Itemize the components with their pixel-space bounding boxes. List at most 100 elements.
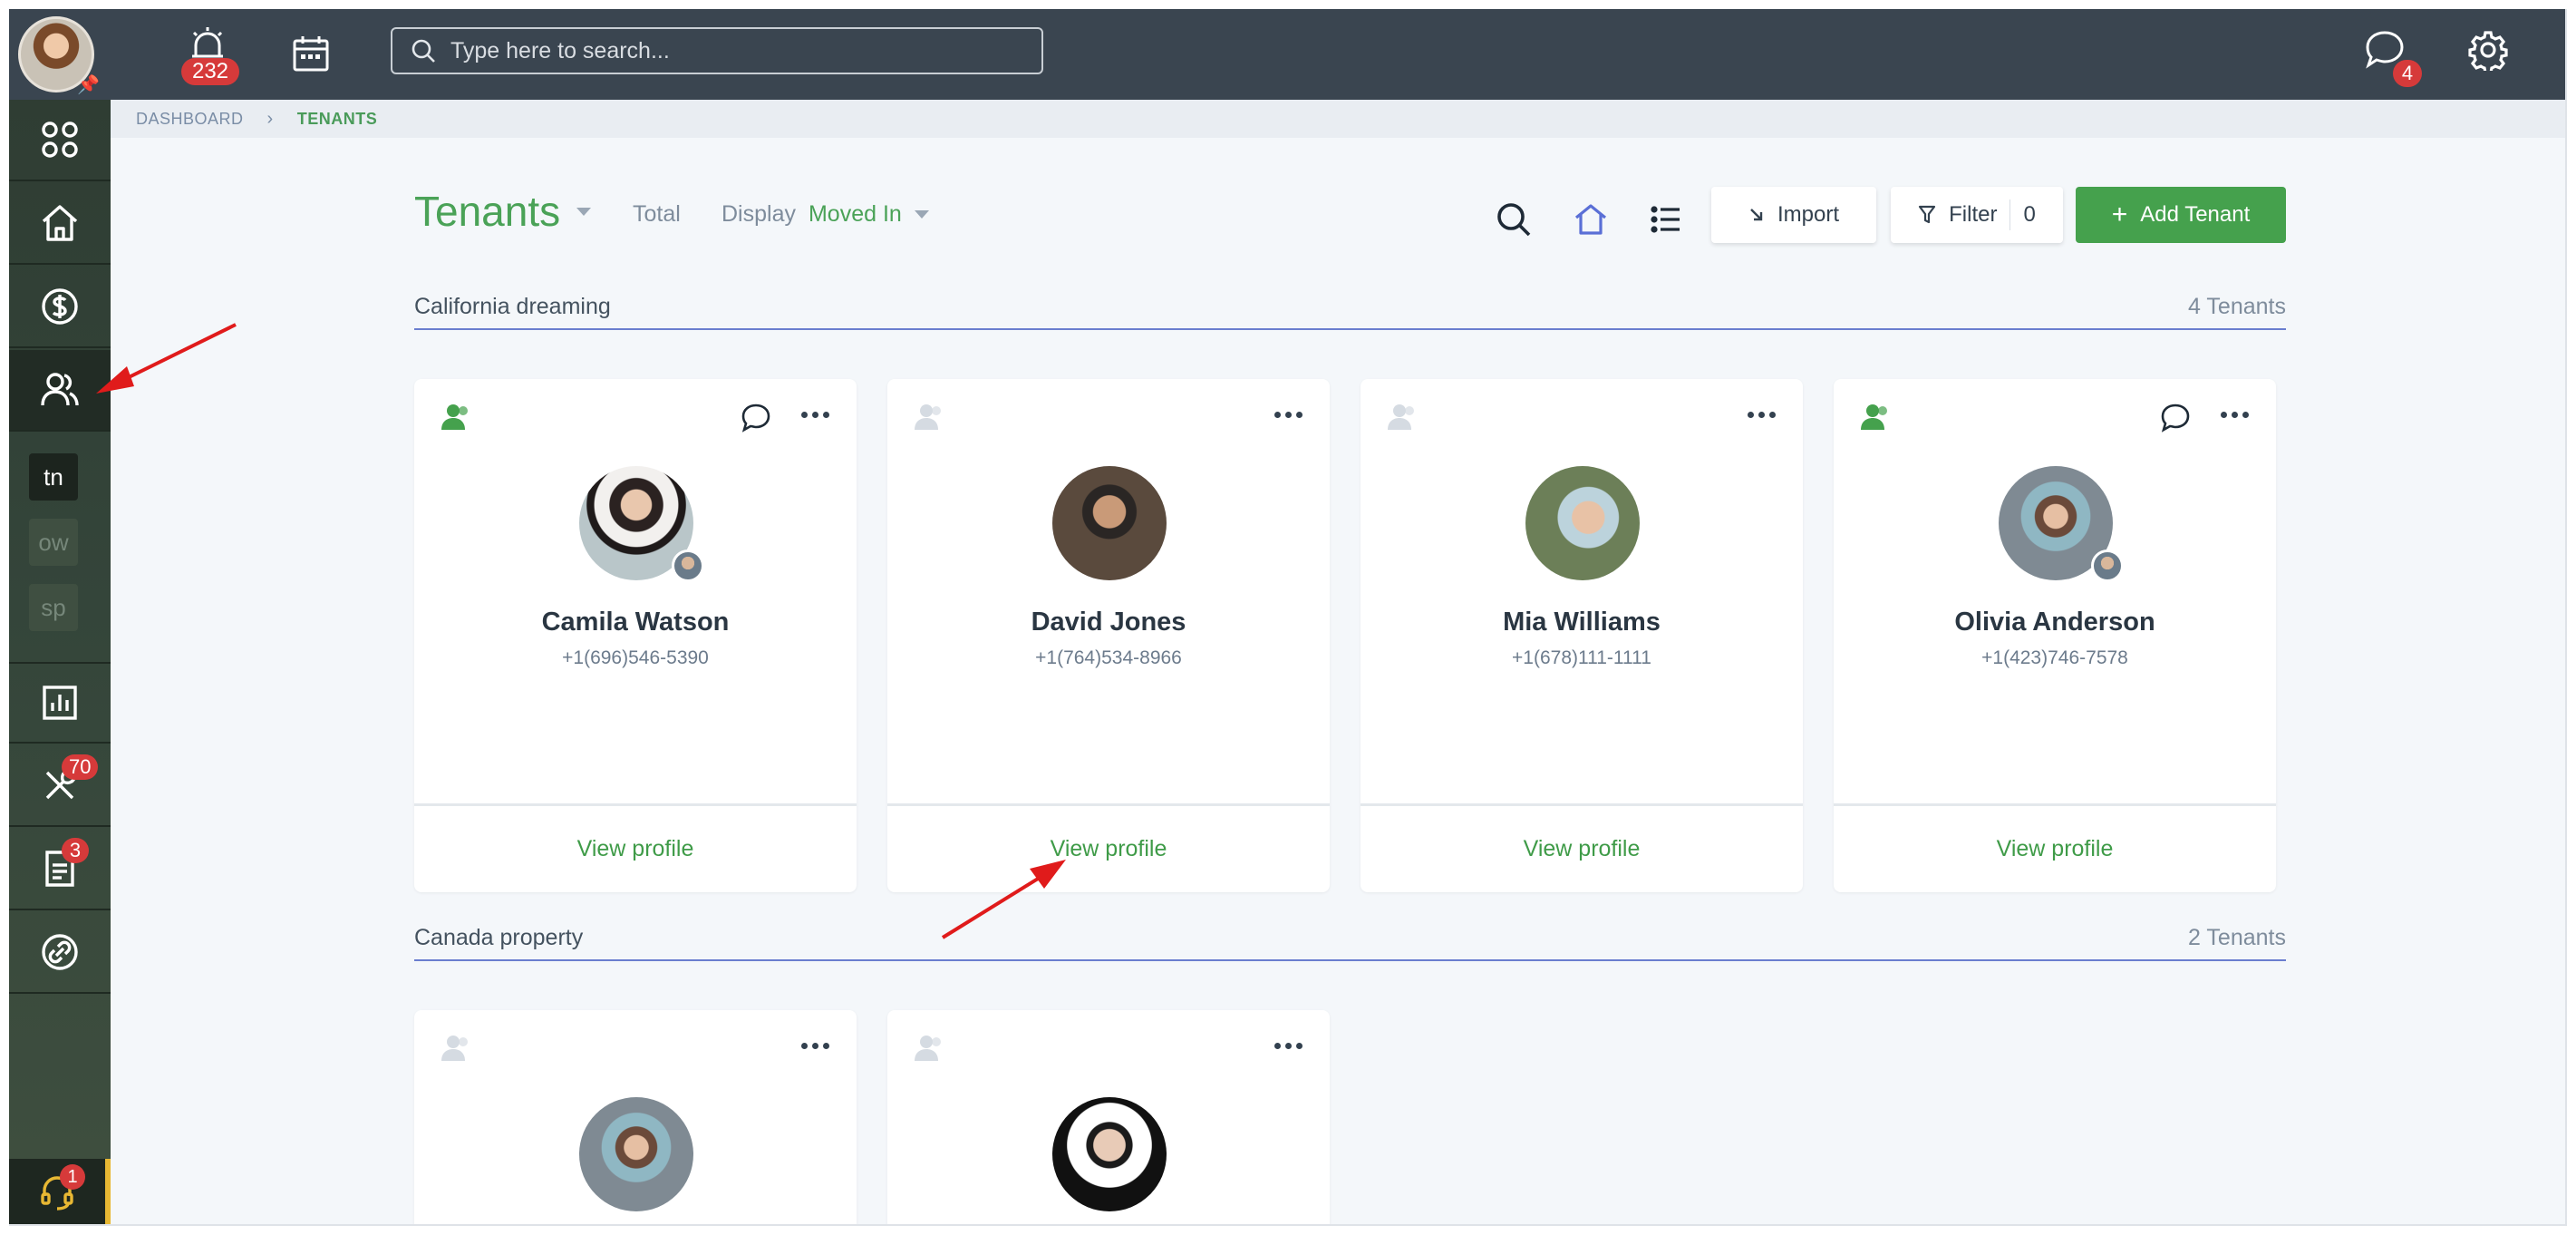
sidebar-item-documents[interactable]: 3 [9,829,111,910]
breadcrumb-current: TENANTS [296,109,378,128]
group-name: Canada property [414,925,584,950]
tenant-phone: +1(696)546-5390 [562,647,709,668]
funnel-icon [1919,205,1936,224]
search-box[interactable] [391,27,1043,74]
chat-icon[interactable] [741,403,771,433]
property-thumbnail [672,549,704,582]
calendar-icon [293,36,329,72]
more-options-icon[interactable] [1748,412,1776,418]
link-icon [42,934,78,970]
filter-label: Filter [1949,202,1998,227]
group-count: 2 Tenants [2188,925,2286,950]
dollar-icon [42,288,78,325]
tenant-name: Camila Watson [541,608,730,637]
search-input[interactable] [450,37,994,64]
tenant-card: Camila Watson +1(696)546-5390 View profi… [414,379,857,892]
page-title: Tenants [414,188,561,235]
tenant-photo [1052,1097,1167,1211]
app-window: 📌 232 Type here to search... 4 tn ow sp … [9,9,2567,1226]
arrow-down-right-icon [1750,209,1763,221]
home-icon [42,205,78,241]
plus-icon: + [2111,199,2128,229]
view-profile-button[interactable]: View profile [1834,803,2276,892]
display-label: Display [721,201,796,227]
search-icon [412,39,435,63]
sidebar-item-home[interactable] [9,183,111,265]
sidebar-item-links[interactable] [9,912,111,994]
more-options-icon[interactable] [2221,412,2249,418]
sidebar-item-sp[interactable]: sp [29,584,78,631]
sidebar-item-tn[interactable]: tn [29,453,78,501]
tenant-photo [1525,466,1640,580]
chevron-right-icon: › [266,108,274,129]
grid-icon [42,122,78,158]
display-dropdown[interactable]: Display Moved In [721,201,929,228]
chat-icon[interactable] [2160,403,2191,433]
user-status-icon [915,1036,941,1061]
tenant-photo [1052,466,1167,580]
group-count: 4 Tenants [2188,294,2286,319]
total-filter[interactable]: Total [633,201,681,228]
user-avatar[interactable]: 📌 [18,16,100,95]
sidebar-item-maintenance[interactable]: 70 [9,745,111,827]
view-profile-button[interactable]: View profile [414,803,857,892]
more-options-icon[interactable] [1274,412,1303,418]
tenant-name: Olivia Anderson [1954,608,2155,637]
display-value: Moved In [808,201,902,227]
sidebar-item-ow[interactable]: ow [29,519,78,566]
filter-button[interactable]: Filter 0 [1891,187,2063,243]
support-button[interactable]: 1 [9,1159,111,1224]
tenant-name: Mia Williams [1503,608,1661,637]
import-label: Import [1777,202,1839,227]
property-view-icon[interactable] [1574,202,1608,237]
add-tenant-label: Add Tenant [2140,202,2251,227]
tenant-phone: +1(764)534-8966 [1035,647,1182,668]
messages-count-badge: 4 [2393,60,2422,87]
tenant-phone: +1(423)746-7578 [1981,647,2128,668]
more-options-icon[interactable] [801,1043,829,1049]
user-status-icon [441,1036,468,1061]
view-profile-button[interactable]: View profile [1361,803,1803,892]
sidebar: tn ow sp 70 3 1 [9,100,111,1224]
group-header: California dreaming 4 Tenants [414,290,2286,330]
import-button[interactable]: Import [1711,187,1876,243]
bar-chart-icon [43,686,77,720]
list-view-icon[interactable] [1650,203,1682,236]
caret-down-icon [576,207,592,216]
breadcrumb-dashboard-link[interactable]: DASHBOARD [136,110,244,129]
user-status-icon [1861,404,1887,430]
pin-icon: 📌 [77,75,100,95]
more-options-icon[interactable] [801,412,829,418]
alarm-button[interactable]: 232 [172,25,245,89]
alarm-count-badge: 232 [181,58,239,85]
search-icon[interactable] [1496,201,1532,238]
settings-button[interactable] [2467,29,2509,75]
more-options-icon[interactable] [1274,1043,1303,1049]
annotation-arrow [96,323,237,394]
group-name: California dreaming [414,294,611,319]
tenant-card: Mia Williams +1(678)111-1111 View profil… [1361,379,1803,892]
calendar-button[interactable] [292,34,330,77]
divider [2009,199,2011,230]
annotation-arrow [941,860,1066,939]
gear-icon [2468,31,2508,74]
documents-badge: 3 [62,838,89,863]
tenant-photo [579,1097,693,1211]
caret-down-icon [914,210,929,219]
tenant-card: David Jones +1(764)534-8966 View profile [887,379,1330,892]
messages-button[interactable]: 4 [2364,29,2427,92]
tenant-card [887,1010,1330,1224]
breadcrumb: DASHBOARD › TENANTS [111,100,2565,138]
users-icon [41,373,79,406]
tenant-card: Olivia Anderson +1(423)746-7578 View pro… [1834,379,2276,892]
page-title-dropdown[interactable]: Tenants [414,187,592,236]
support-badge: 1 [60,1164,85,1190]
sidebar-item-dashboard[interactable] [9,100,111,181]
alarm-icon [192,27,223,58]
sidebar-item-reports[interactable] [9,662,111,744]
tenant-phone: +1(678)111-1111 [1512,647,1651,668]
add-tenant-button[interactable]: + Add Tenant [2076,187,2286,243]
tenant-name: David Jones [1031,608,1186,637]
user-status-icon [1388,404,1414,430]
tenant-card [414,1010,857,1224]
